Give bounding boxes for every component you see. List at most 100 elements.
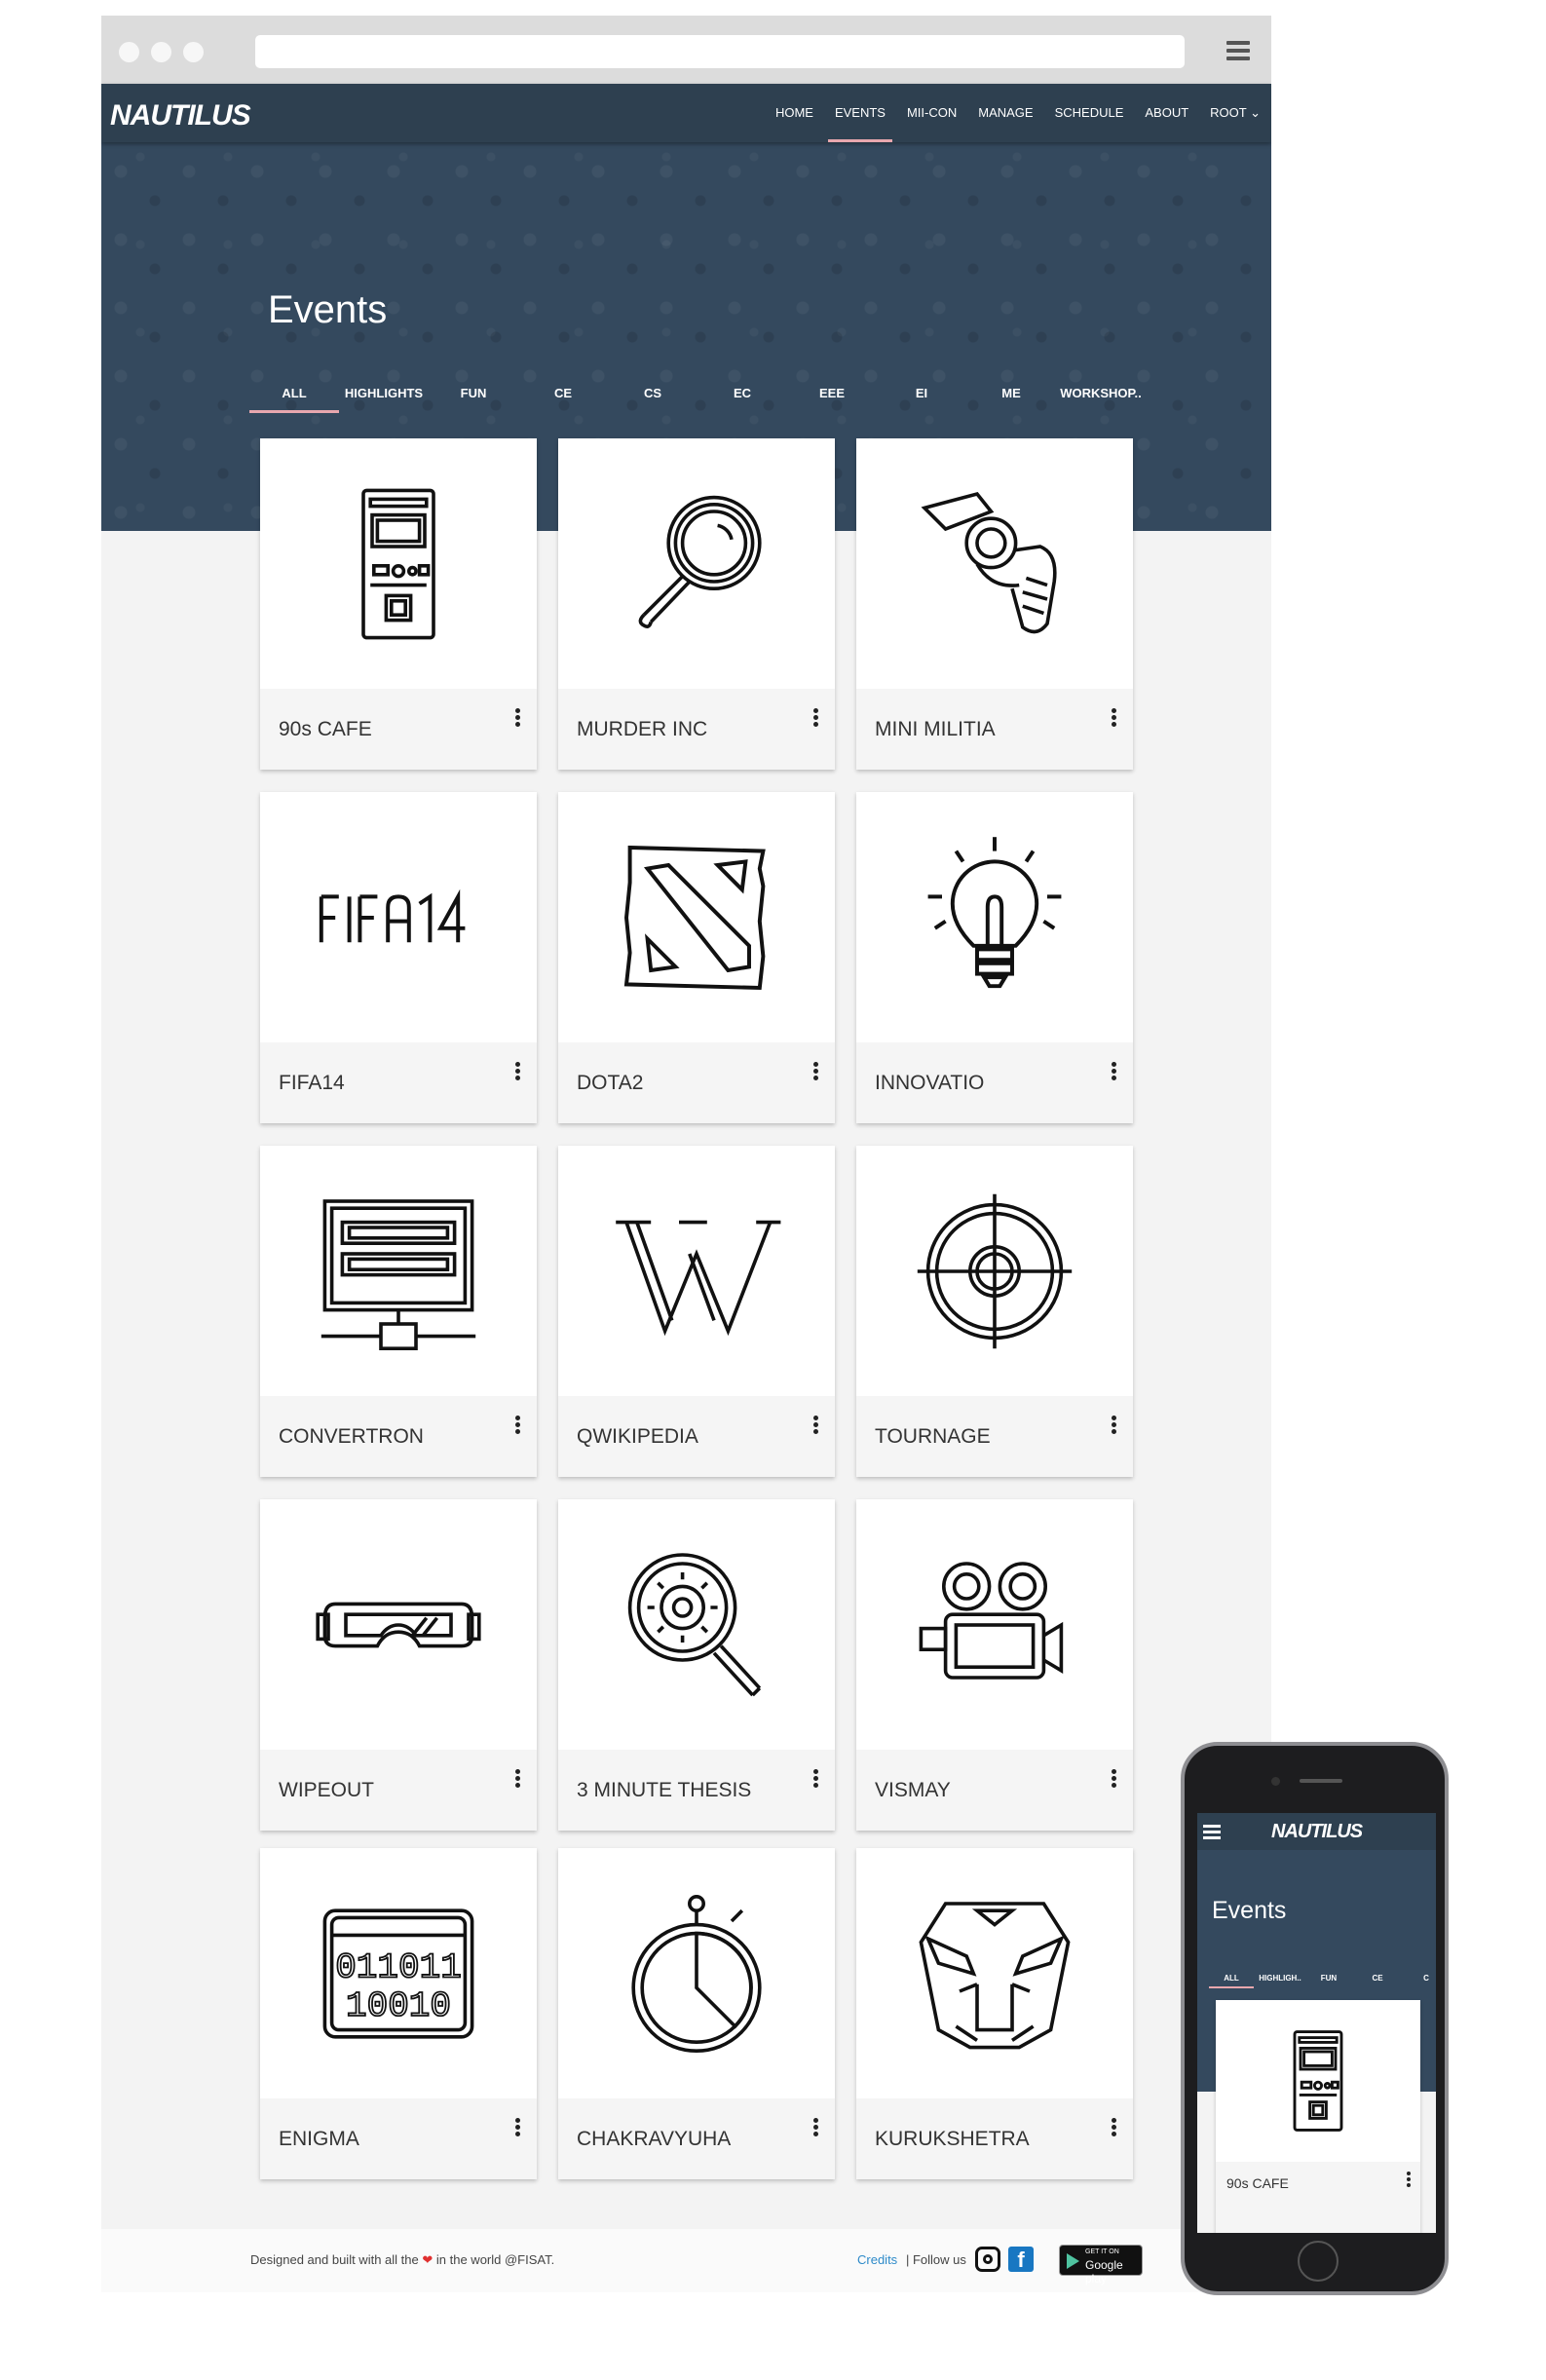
window-control-dot[interactable] (151, 42, 171, 62)
event-card[interactable]: MURDER INC (558, 438, 835, 770)
more-options-icon[interactable] (813, 708, 819, 728)
google-play-badge[interactable]: GET IT ON Google play (1059, 2245, 1143, 2286)
more-options-icon[interactable] (515, 1769, 521, 1789)
event-card[interactable]: 3 MINUTE THESIS (558, 1499, 835, 1831)
tab-workshops[interactable]: WORKSHOP.. (1056, 374, 1146, 413)
play-store-icon (1067, 2253, 1079, 2269)
nav-item-events[interactable]: EVENTS (824, 84, 896, 142)
mobile-logo[interactable]: NAUTILUS (1271, 1821, 1363, 1843)
card-image (558, 1848, 835, 2098)
more-options-icon[interactable] (1112, 1062, 1117, 1081)
more-options-icon[interactable] (1112, 1769, 1117, 1789)
event-card[interactable]: CONVERTRON (260, 1146, 537, 1477)
mobile-tab-ce[interactable]: CE (1353, 1969, 1402, 1988)
mobile-tab-fun[interactable]: FUN (1304, 1969, 1353, 1988)
event-title: MINI MILITIA (875, 718, 996, 740)
card-image (558, 792, 835, 1042)
more-options-icon[interactable] (515, 1062, 521, 1081)
stopwatch-icon (631, 1894, 762, 2053)
card-image: 011011 10010 (260, 1848, 537, 2098)
card-footer: WIPEOUT (260, 1750, 537, 1831)
event-card[interactable]: TOURNAGE (856, 1146, 1133, 1477)
arcade-machine-icon (1293, 2030, 1343, 2132)
event-title: CONVERTRON (279, 1425, 424, 1448)
event-card[interactable]: MINI MILITIA (856, 438, 1133, 770)
crosshair-icon (917, 1193, 1073, 1348)
card-image (856, 1499, 1133, 1750)
mobile-tab-all[interactable]: ALL (1207, 1969, 1256, 1988)
navbar: NAUTILUS HOME EVENTS MII-CON MANAGE SCHE… (101, 84, 1271, 142)
event-card[interactable]: 011011 10010 ENIGMA (260, 1848, 537, 2179)
card-footer: CONVERTRON (260, 1396, 537, 1477)
facebook-icon[interactable]: f (1008, 2247, 1034, 2272)
nav-item-mii-con[interactable]: MII-CON (896, 84, 967, 142)
card-image (260, 1499, 537, 1750)
tab-eee[interactable]: EEE (787, 374, 877, 413)
card-footer: TOURNAGE (856, 1396, 1133, 1477)
card-image (558, 1146, 835, 1396)
more-options-icon[interactable] (813, 1769, 819, 1789)
tab-cs[interactable]: CS (608, 374, 698, 413)
event-card[interactable]: CHAKRAVYUHA (558, 1848, 835, 2179)
event-card[interactable]: 90s CAFE (260, 438, 537, 770)
tab-fun[interactable]: FUN (429, 374, 518, 413)
more-options-icon[interactable] (1112, 1416, 1117, 1435)
more-options-icon[interactable] (813, 1062, 819, 1081)
more-options-icon[interactable] (1112, 2118, 1117, 2137)
main-nav: HOME EVENTS MII-CON MANAGE SCHEDULE ABOU… (765, 84, 1271, 142)
nav-item-schedule[interactable]: SCHEDULE (1044, 84, 1135, 142)
more-options-icon[interactable] (813, 1416, 819, 1435)
more-options-icon[interactable] (515, 1416, 521, 1435)
event-title: ENIGMA (279, 2128, 359, 2150)
card-footer: QWIKIPEDIA (558, 1396, 835, 1477)
event-card[interactable]: FIFA14 (260, 792, 537, 1123)
address-bar[interactable] (255, 35, 1185, 68)
event-card[interactable]: WIPEOUT (260, 1499, 537, 1831)
mobile-tab-highlights[interactable]: HIGHLIGH.. (1256, 1969, 1304, 1988)
autobot-icon (919, 1901, 1071, 2049)
tab-ce[interactable]: CE (518, 374, 608, 413)
more-options-icon[interactable] (515, 708, 521, 728)
nav-item-home[interactable]: HOME (765, 84, 824, 142)
window-control-dot[interactable] (183, 42, 204, 62)
tab-ei[interactable]: EI (877, 374, 966, 413)
event-card[interactable]: VISMAY (856, 1499, 1133, 1831)
more-options-icon[interactable] (515, 2118, 521, 2137)
mobile-tab-cs[interactable]: C (1402, 1969, 1436, 1988)
window-control-dot[interactable] (119, 42, 139, 62)
card-image (856, 438, 1133, 689)
more-options-icon[interactable] (1407, 2172, 1411, 2189)
nav-item-manage[interactable]: MANAGE (967, 84, 1043, 142)
card-footer: INNOVATIO (856, 1042, 1133, 1123)
revolver-icon (921, 491, 1057, 633)
site-logo[interactable]: NAUTILUS (110, 99, 251, 132)
tab-all[interactable]: ALL (249, 374, 339, 413)
binary-code-icon: 011011 10010 (322, 1908, 474, 2039)
arcade-machine-icon (361, 488, 435, 639)
nav-item-root-dropdown[interactable]: ROOT ⌄ (1199, 84, 1271, 142)
event-card[interactable]: DOTA2 (558, 792, 835, 1123)
more-options-icon[interactable] (1112, 708, 1117, 728)
tab-ec[interactable]: EC (698, 374, 787, 413)
event-title: WIPEOUT (279, 1779, 374, 1801)
browser-menu-icon[interactable] (1226, 41, 1250, 60)
event-title: CHAKRAVYUHA (577, 2128, 732, 2150)
phone-home-button[interactable] (1298, 2241, 1339, 2282)
credits-link[interactable]: Credits (857, 2252, 897, 2267)
more-options-icon[interactable] (813, 2118, 819, 2137)
tab-me[interactable]: ME (966, 374, 1056, 413)
card-image (558, 438, 835, 689)
card-image (856, 1848, 1133, 2098)
tab-highlights[interactable]: HIGHLIGHTS (339, 374, 429, 413)
film-camera-icon (919, 1561, 1064, 1680)
nav-item-about[interactable]: ABOUT (1134, 84, 1199, 142)
instagram-icon[interactable] (975, 2247, 1000, 2272)
event-card[interactable]: INNOVATIO (856, 792, 1133, 1123)
mobile-event-card[interactable]: 90s CAFE (1216, 2000, 1420, 2233)
card-footer: 90s CAFE (1216, 2162, 1420, 2233)
menu-icon[interactable] (1203, 1825, 1221, 1842)
card-footer: MURDER INC (558, 689, 835, 770)
event-card[interactable]: KURUKSHETRA (856, 1848, 1133, 2179)
magnifying-glass-icon (638, 495, 762, 628)
event-card[interactable]: QWIKIPEDIA (558, 1146, 835, 1477)
